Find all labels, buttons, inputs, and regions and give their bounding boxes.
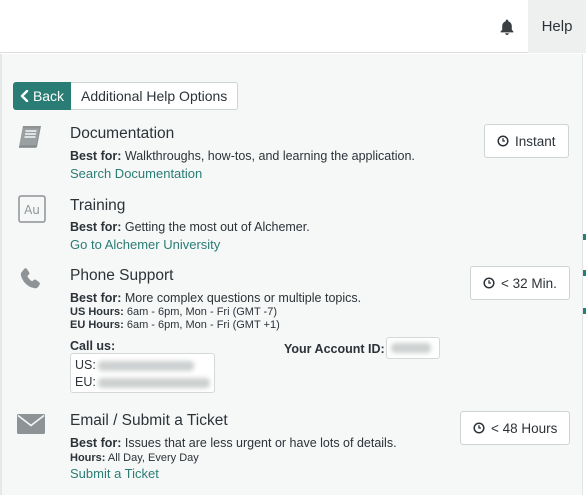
email-time-badge: < 48 Hours (460, 411, 571, 445)
bell-icon (500, 19, 514, 35)
submit-ticket-link[interactable]: Submit a Ticket (70, 466, 159, 481)
phone-best-for: Best for: More complex questions or mult… (70, 291, 361, 305)
eu-hours-label: EU Hours: (70, 319, 124, 331)
eu-hours-text: 6am - 6pm, Mon - Fri (GMT +1) (123, 319, 280, 331)
panel-left-edge (0, 54, 2, 495)
phone-time-label: < 32 Min. (501, 275, 557, 291)
call-us-label: Call us: (70, 339, 116, 353)
search-documentation-link[interactable]: Search Documentation (70, 166, 202, 181)
email-hours-text: All Day, Every Day (105, 452, 199, 464)
email-best-for-text: Issues that are less urgent or have lots… (121, 436, 397, 450)
documentation-best-for: Best for: Walkthroughs, how-tos, and lea… (70, 149, 415, 163)
additional-help-options-button[interactable]: Additional Help Options (71, 82, 239, 110)
documentation-best-for-label: Best for: (70, 149, 122, 163)
envelope-icon (16, 412, 46, 441)
us-hours-text: 6am - 6pm, Mon - Fri (GMT -7) (123, 306, 277, 318)
training-best-for-text: Getting the most out of Alchemer. (121, 220, 310, 234)
clock-icon (473, 422, 485, 434)
svg-text:Au: Au (24, 203, 40, 217)
training-best-for-label: Best for: (70, 220, 122, 234)
email-ticket-title: Email / Submit a Ticket (70, 412, 228, 429)
us-hours: US Hours: 6am - 6pm, Mon - Fri (GMT -7) (70, 306, 277, 318)
clock-icon (483, 277, 495, 289)
phone-best-for-label: Best for: (70, 291, 122, 305)
documentation-time-badge: Instant (484, 124, 569, 158)
us-hours-label: US Hours: (70, 306, 124, 318)
help-tab[interactable]: Help (528, 0, 586, 53)
phone-numbers-box: US: EU: (70, 353, 215, 393)
book-icon (16, 122, 46, 157)
help-nav: Back Additional Help Options (13, 82, 239, 110)
email-best-for-label: Best for: (70, 436, 122, 450)
us-phone-number-redacted (97, 360, 194, 371)
clock-icon (497, 135, 509, 147)
eu-phone-line: EU: (75, 374, 210, 391)
email-hours-label: Hours: (70, 452, 106, 464)
phone-time-badge: < 32 Min. (470, 266, 570, 300)
documentation-best-for-text: Walkthroughs, how-tos, and learning the … (121, 149, 415, 163)
us-phone-prefix: US: (75, 358, 96, 372)
training-title: Training (70, 197, 126, 214)
training-best-for: Best for: Getting the most out of Alchem… (70, 220, 310, 234)
eu-hours: EU Hours: 6am - 6pm, Mon - Fri (GMT +1) (70, 319, 280, 331)
phone-icon (18, 266, 44, 297)
back-button-label: Back (32, 88, 65, 104)
email-hours: Hours: All Day, Every Day (70, 452, 199, 464)
alchemer-university-link[interactable]: Go to Alchemer University (70, 237, 220, 252)
eu-phone-prefix: EU: (75, 375, 96, 389)
us-phone-line: US: (75, 357, 210, 374)
chevron-left-icon (20, 90, 29, 102)
notifications-button[interactable] (486, 0, 528, 53)
back-button[interactable]: Back (13, 82, 71, 110)
phone-best-for-text: More complex questions or multiple topic… (121, 291, 362, 305)
eu-phone-number-redacted (97, 377, 210, 388)
additional-help-options-label: Additional Help Options (81, 88, 228, 104)
documentation-time-label: Instant (515, 133, 556, 149)
email-time-label: < 48 Hours (491, 420, 558, 436)
alchemer-university-icon: Au (18, 195, 46, 228)
account-id-label: Your Account ID: (284, 342, 385, 356)
account-id-redacted (391, 343, 431, 353)
documentation-title: Documentation (70, 125, 175, 142)
account-id-field (386, 337, 440, 359)
email-best-for: Best for: Issues that are less urgent or… (70, 436, 397, 450)
phone-support-title: Phone Support (70, 267, 174, 284)
help-tab-label: Help (541, 18, 573, 35)
